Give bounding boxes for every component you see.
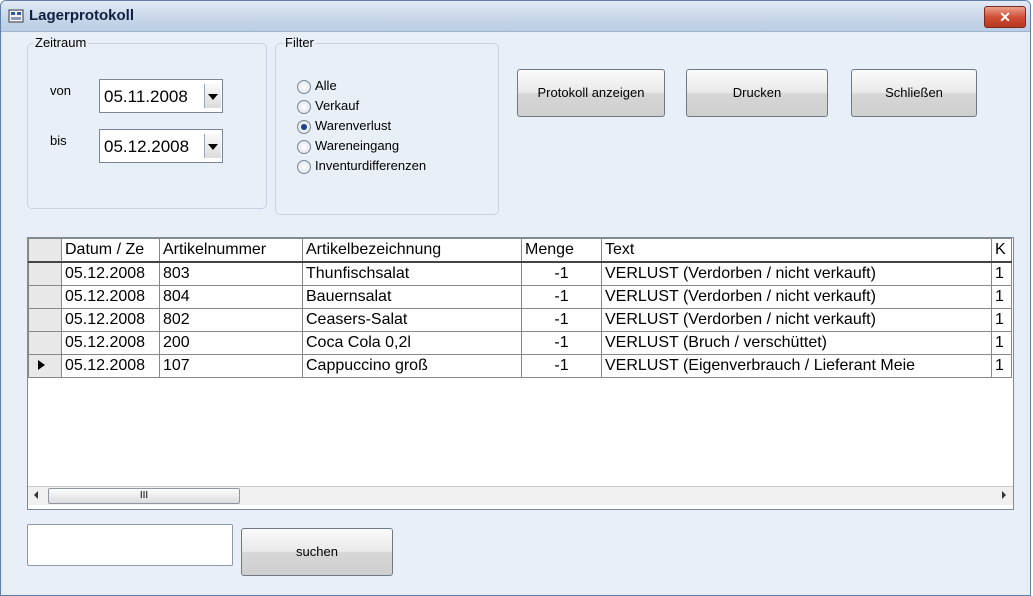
cell-menge[interactable]: -1 xyxy=(521,354,602,378)
radio-circle[interactable] xyxy=(297,120,311,134)
current-row-arrow-icon xyxy=(38,360,45,370)
cell-menge[interactable]: -1 xyxy=(521,261,602,286)
bis-date-picker[interactable]: 05.12.2008 xyxy=(99,129,223,163)
cell-text[interactable]: VERLUST (Verdorben / nicht verkauft) xyxy=(601,285,992,309)
table-header-row: Datum / Ze Artikelnummer Artikelbezeichn… xyxy=(28,238,1012,263)
col-header-menge[interactable]: Menge xyxy=(521,238,602,263)
radio-circle[interactable] xyxy=(297,100,311,114)
radio-circle[interactable] xyxy=(297,160,311,174)
search-input[interactable] xyxy=(27,524,233,566)
col-header-artikelbezeichnung[interactable]: Artikelbezeichnung xyxy=(302,238,522,263)
cell-artikelbezeichnung[interactable]: Ceasers-Salat xyxy=(302,308,522,332)
cell-datum[interactable]: 05.12.2008 xyxy=(61,261,160,286)
row-header[interactable] xyxy=(28,308,62,332)
cell-artikelbezeichnung[interactable]: Coca Cola 0,2l xyxy=(302,331,522,355)
radio-selected-dot xyxy=(301,124,307,130)
row-header-current[interactable] xyxy=(28,354,62,378)
cell-text[interactable]: VERLUST (Eigenverbrauch / Lieferant Meie xyxy=(601,354,992,378)
von-date-picker[interactable]: 05.11.2008 xyxy=(99,79,223,113)
cell-k[interactable]: 1 xyxy=(991,308,1012,332)
row-header[interactable] xyxy=(28,285,62,309)
cell-artikelnummer[interactable]: 804 xyxy=(159,285,303,309)
close-button[interactable]: Schließen xyxy=(851,69,977,117)
zeitraum-legend: Zeitraum xyxy=(33,35,89,50)
cell-artikelnummer[interactable]: 200 xyxy=(159,331,303,355)
scroll-thumb[interactable]: III xyxy=(48,488,240,504)
radio-label: Verkauf xyxy=(315,98,360,113)
cell-artikelbezeichnung[interactable]: Cappuccino groß xyxy=(302,354,522,378)
print-button[interactable]: Drucken xyxy=(686,69,828,117)
col-header-artikelnummer[interactable]: Artikelnummer xyxy=(159,238,303,263)
col-header-datum[interactable]: Datum / Ze xyxy=(61,238,160,263)
title-bar[interactable]: Lagerprotokoll ✕ xyxy=(1,1,1030,32)
col-header-k[interactable]: K xyxy=(991,238,1012,263)
protocol-grid[interactable]: Datum / Ze Artikelnummer Artikelbezeichn… xyxy=(27,237,1014,510)
search-button[interactable]: suchen xyxy=(241,528,393,576)
cell-text[interactable]: VERLUST (Verdorben / nicht verkauft) xyxy=(601,308,992,332)
row-header[interactable] xyxy=(28,331,62,355)
table-row[interactable]: 05.12.2008 200 Coca Cola 0,2l -1 VERLUST… xyxy=(28,331,1012,355)
row-header[interactable] xyxy=(28,261,62,286)
bis-date-value: 05.12.2008 xyxy=(104,137,190,156)
cell-k[interactable]: 1 xyxy=(991,285,1012,309)
cell-datum[interactable]: 05.12.2008 xyxy=(61,308,160,332)
cell-artikelnummer[interactable]: 803 xyxy=(159,261,303,286)
close-window-button[interactable]: ✕ xyxy=(984,6,1026,28)
cell-menge[interactable]: -1 xyxy=(521,285,602,309)
chevron-down-icon[interactable] xyxy=(204,134,221,158)
cell-text[interactable]: VERLUST (Bruch / verschüttet) xyxy=(601,331,992,355)
bis-label: bis xyxy=(50,133,67,148)
radio-label: Inventurdifferenzen xyxy=(315,158,427,173)
window-title: Lagerprotokoll xyxy=(29,7,135,24)
row-header-corner xyxy=(28,238,62,263)
radio-circle[interactable] xyxy=(297,80,311,94)
cell-menge[interactable]: -1 xyxy=(521,331,602,355)
radio-label: Alle xyxy=(315,78,337,93)
table-row-current[interactable]: 05.12.2008 107 Cappuccino groß -1 VERLUS… xyxy=(28,354,1012,378)
table-row[interactable]: 05.12.2008 804 Bauernsalat -1 VERLUST (V… xyxy=(28,285,1012,309)
app-icon xyxy=(8,9,24,23)
radio-circle[interactable] xyxy=(297,140,311,154)
chevron-down-icon[interactable] xyxy=(204,84,221,108)
von-label: von xyxy=(50,83,71,98)
scroll-left-icon[interactable] xyxy=(34,491,38,499)
show-protocol-button[interactable]: Protokoll anzeigen xyxy=(517,69,665,117)
cell-artikelnummer[interactable]: 802 xyxy=(159,308,303,332)
cell-text[interactable]: VERLUST (Verdorben / nicht verkauft) xyxy=(601,261,992,286)
filter-radio-list: Alle Verkauf Warenverlust Wareneingang I… xyxy=(275,78,497,208)
cell-menge[interactable]: -1 xyxy=(521,308,602,332)
cell-artikelnummer[interactable]: 107 xyxy=(159,354,303,378)
radio-label: Wareneingang xyxy=(315,138,400,153)
cell-k[interactable]: 1 xyxy=(991,331,1012,355)
table-row[interactable]: 05.12.2008 802 Ceasers-Salat -1 VERLUST … xyxy=(28,308,1012,332)
scroll-right-icon[interactable] xyxy=(1002,491,1006,499)
main-window: Lagerprotokoll ✕ Zeitraum von 05.11.2008… xyxy=(0,0,1031,596)
cell-datum[interactable]: 05.12.2008 xyxy=(61,285,160,309)
von-date-value: 05.11.2008 xyxy=(104,87,188,106)
filter-legend: Filter xyxy=(283,35,316,50)
cell-artikelbezeichnung[interactable]: Thunfischsalat xyxy=(302,261,522,286)
horizontal-scrollbar[interactable]: III xyxy=(28,486,1013,505)
protocol-table: Datum / Ze Artikelnummer Artikelbezeichn… xyxy=(28,238,1012,378)
cell-datum[interactable]: 05.12.2008 xyxy=(61,354,160,378)
cell-k[interactable]: 1 xyxy=(991,354,1012,378)
zeitraum-group xyxy=(27,43,267,209)
client-area: Zeitraum von 05.11.2008 bis 05.12.2008 F… xyxy=(7,33,1024,593)
cell-artikelbezeichnung[interactable]: Bauernsalat xyxy=(302,285,522,309)
col-header-text[interactable]: Text xyxy=(601,238,992,263)
cell-datum[interactable]: 05.12.2008 xyxy=(61,331,160,355)
radio-label: Warenverlust xyxy=(315,118,392,133)
cell-k[interactable]: 1 xyxy=(991,261,1012,286)
table-row[interactable]: 05.12.2008 803 Thunfischsalat -1 VERLUST… xyxy=(28,261,1012,286)
